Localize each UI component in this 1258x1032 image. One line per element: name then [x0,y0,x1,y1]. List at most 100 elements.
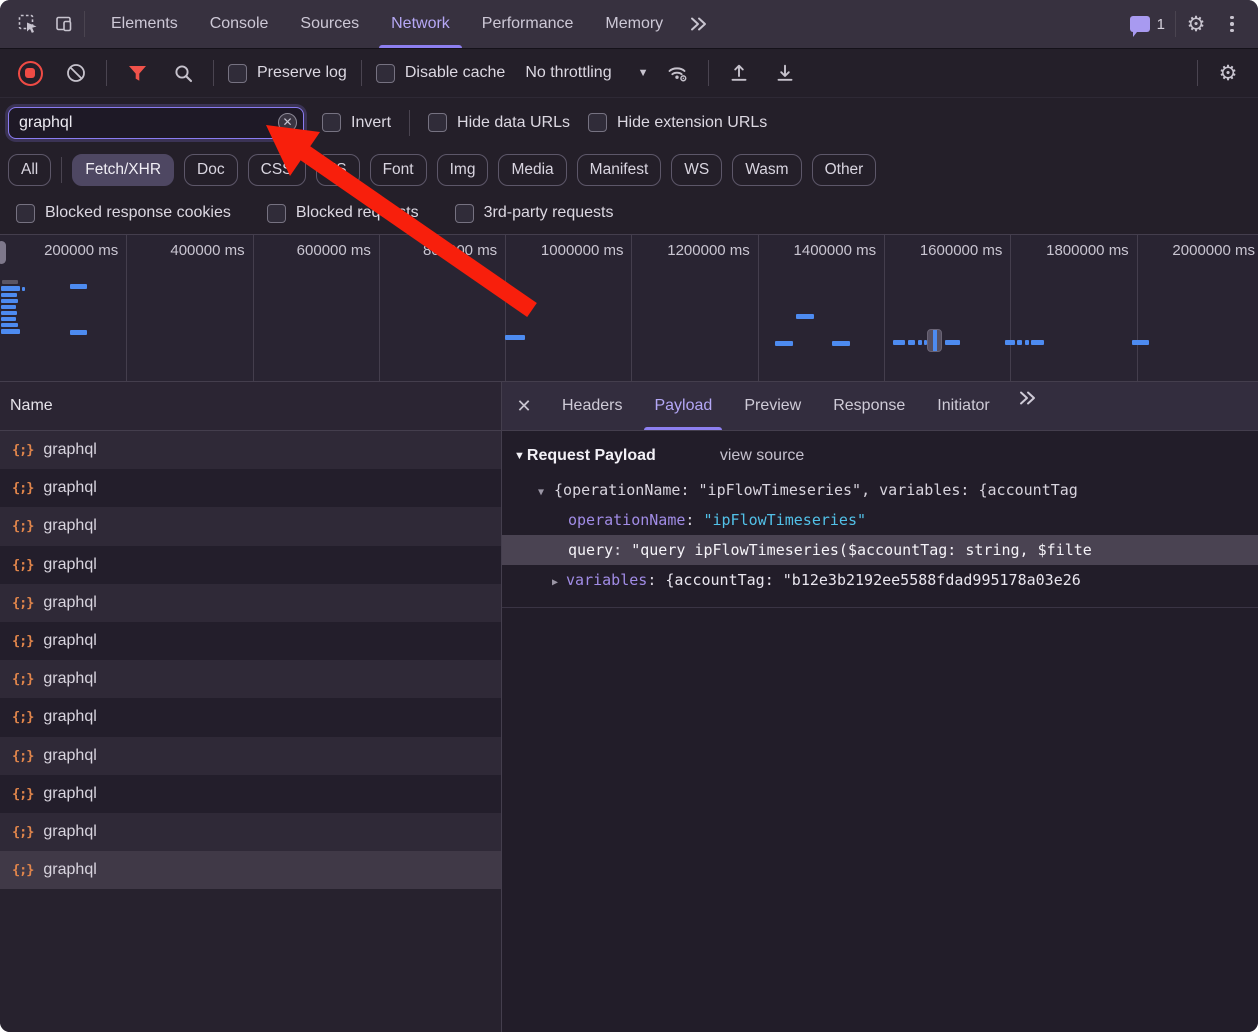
filter-icon[interactable] [121,57,153,89]
tab-memory[interactable]: Memory [589,0,679,48]
disable-cache-checkbox[interactable]: Disable cache [376,64,506,83]
table-row[interactable]: {;}graphql [0,546,501,584]
chip-ws[interactable]: WS [671,154,722,186]
timeline-tick-label: 400000 ms [170,242,244,259]
table-row[interactable]: {;}graphql [0,507,501,545]
device-toolbar-icon[interactable] [48,8,80,40]
kebab-menu-icon[interactable] [1216,8,1248,40]
fetch-xhr-icon: {;} [12,518,33,534]
tab-performance[interactable]: Performance [466,0,590,48]
triangle-down-icon: ▼ [538,478,544,505]
waterfall-bar [1017,340,1022,345]
fetch-xhr-icon: {;} [12,633,33,649]
divider [708,60,709,86]
checkbox-box [588,113,607,132]
divider [61,157,62,183]
blocked-requests-checkbox[interactable]: Blocked requests [267,204,419,223]
waterfall-bar [893,340,905,345]
tab-preview[interactable]: Preview [728,382,817,430]
name-column-header[interactable]: Name [0,382,501,431]
table-row[interactable]: {;}graphql [0,698,501,736]
chip-all[interactable]: All [8,154,51,186]
network-overview-timeline[interactable]: 200000 ms400000 ms600000 ms800000 ms1000… [0,235,1258,382]
waterfall-bar [70,284,87,289]
close-icon[interactable]: ✕ [502,382,546,430]
request-name: graphql [43,479,96,497]
payload-row[interactable]: ▶variables: {accountTag: "b12e3b2192ee55… [502,565,1258,595]
network-conditions-icon[interactable] [662,57,694,89]
chip-manifest[interactable]: Manifest [577,154,662,186]
tab-initiator[interactable]: Initiator [921,382,1005,430]
tab-payload[interactable]: Payload [638,382,728,430]
fetch-xhr-icon: {;} [12,862,33,878]
view-source-link[interactable]: view source [720,447,804,465]
request-name: graphql [43,556,96,574]
chip-other[interactable]: Other [812,154,877,186]
waterfall-bar [775,341,793,346]
chip-css[interactable]: CSS [248,154,306,186]
tab-response[interactable]: Response [817,382,921,430]
table-row[interactable]: {;}graphql [0,584,501,622]
clear-filter-icon[interactable]: ✕ [278,113,297,132]
tab-headers[interactable]: Headers [546,382,638,430]
details-tabbar: ✕ HeadersPayloadPreviewResponseInitiator [502,382,1258,431]
record-network-log-icon[interactable] [14,57,46,89]
throttling-dropdown[interactable]: No throttling ▼ [525,64,648,82]
clear-network-log-icon[interactable] [60,57,92,89]
table-row[interactable]: {;}graphql [0,813,501,851]
hide-data-urls-checkbox[interactable]: Hide data URLs [428,113,570,132]
devtools-tabbar: ElementsConsoleSourcesNetworkPerformance… [0,0,1258,49]
payload-row[interactable]: query: "query ipFlowTimeseries($accountT… [502,535,1258,565]
fetch-xhr-icon: {;} [12,671,33,687]
table-row[interactable]: {;}graphql [0,775,501,813]
waterfall-bar [796,314,814,319]
chip-font[interactable]: Font [370,154,427,186]
more-panels-icon[interactable] [683,8,715,40]
table-row[interactable]: {;} graphql [0,851,501,889]
table-row[interactable]: {;}graphql [0,660,501,698]
payload-preview-line[interactable]: ▼{operationName: "ipFlowTimeseries", var… [502,475,1258,505]
chip-fetchxhr[interactable]: Fetch/XHR [72,154,174,186]
chip-media[interactable]: Media [498,154,566,186]
tab-elements[interactable]: Elements [95,0,194,48]
chip-img[interactable]: Img [437,154,489,186]
payload-content: ▼ Request Payload view source ▼{operatio… [502,431,1258,1032]
waterfall-bar [927,329,942,352]
inspect-element-icon[interactable] [12,8,44,40]
invert-checkbox[interactable]: Invert [322,113,391,132]
import-har-icon[interactable] [723,57,755,89]
table-row[interactable]: {;}graphql [0,737,501,775]
chip-doc[interactable]: Doc [184,154,238,186]
payload-entries: operationName: "ipFlowTimeseries"query: … [502,505,1258,595]
tab-sources[interactable]: Sources [284,0,375,48]
filter-input[interactable] [8,107,304,139]
blocked-response-cookies-checkbox[interactable]: Blocked response cookies [16,204,231,223]
network-settings-gear-icon[interactable]: ⚙ [1212,57,1244,89]
waterfall-bar [1132,340,1149,345]
table-row[interactable]: {;}graphql [0,431,501,469]
disable-cache-label: Disable cache [405,64,506,82]
issues-button[interactable]: 1 [1124,16,1171,33]
export-har-icon[interactable] [769,57,801,89]
checkbox-box [455,204,474,223]
table-row[interactable]: {;}graphql [0,469,501,507]
chip-wasm[interactable]: Wasm [732,154,801,186]
divider [502,607,1258,608]
timeline-column: 1200000 ms [632,235,759,381]
hide-extension-urls-checkbox[interactable]: Hide extension URLs [588,113,767,132]
table-row[interactable]: {;}graphql [0,622,501,660]
tab-network[interactable]: Network [375,0,466,48]
request-details-panel: ✕ HeadersPayloadPreviewResponseInitiator… [502,382,1258,1032]
payload-row[interactable]: operationName: "ipFlowTimeseries" [502,505,1258,535]
chip-js[interactable]: JS [316,154,360,186]
chevron-down-icon: ▼ [638,67,649,79]
tab-console[interactable]: Console [194,0,285,48]
network-main: Name {;}graphql{;}graphql{;}graphql{;}gr… [0,382,1258,1032]
preserve-log-checkbox[interactable]: Preserve log [228,64,347,83]
more-detail-tabs-icon[interactable] [1012,382,1044,414]
3rd-party-requests-checkbox[interactable]: 3rd-party requests [455,204,614,223]
settings-gear-icon[interactable]: ⚙ [1180,8,1212,40]
search-icon[interactable] [167,57,199,89]
request-payload-section[interactable]: ▼ Request Payload view source [514,447,1258,465]
request-name: graphql [43,861,96,879]
